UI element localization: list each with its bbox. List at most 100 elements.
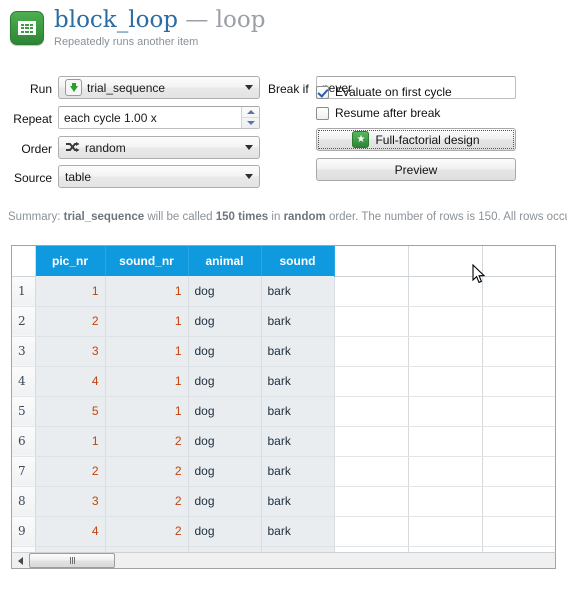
column-header-blank[interactable] — [408, 246, 483, 277]
row-number[interactable]: 2 — [12, 306, 36, 337]
checkbox-unchecked-icon[interactable] — [316, 106, 329, 120]
order-dropdown[interactable]: random — [58, 136, 260, 159]
column-header-blank[interactable] — [334, 246, 409, 277]
cell-blank[interactable] — [482, 396, 555, 427]
cell-blank[interactable] — [334, 276, 409, 307]
full-factorial-design-button[interactable]: ★ Full-factorial design — [316, 128, 516, 151]
cell-blank[interactable] — [408, 306, 483, 337]
table-row[interactable]: 5 5 1 dog bark — [12, 396, 555, 427]
cell-pic-nr[interactable]: 1 — [35, 426, 106, 457]
table-row[interactable]: 7 2 2 dog bark — [12, 456, 555, 487]
cell-blank[interactable] — [334, 306, 409, 337]
cell-blank[interactable] — [334, 456, 409, 487]
cell-sound-nr[interactable]: 2 — [105, 516, 189, 547]
row-number[interactable]: 7 — [12, 456, 36, 487]
cell-animal[interactable]: dog — [188, 336, 262, 367]
cell-sound-nr[interactable]: 1 — [105, 276, 189, 307]
resume-after-break-checkbox[interactable]: Resume after break — [316, 106, 440, 120]
cell-sound-nr[interactable]: 1 — [105, 366, 189, 397]
cell-blank[interactable] — [408, 336, 483, 367]
cell-blank[interactable] — [334, 426, 409, 457]
cell-pic-nr[interactable]: 2 — [35, 306, 106, 337]
spin-up-button[interactable] — [242, 107, 259, 118]
cell-sound[interactable]: bark — [261, 276, 335, 307]
cell-blank[interactable] — [334, 336, 409, 367]
repeat-stepper[interactable]: each cycle 1.00 x — [58, 106, 260, 129]
row-number[interactable]: 5 — [12, 396, 36, 427]
cell-animal[interactable]: dog — [188, 456, 262, 487]
spin-down-button[interactable] — [242, 118, 259, 128]
cell-sound[interactable]: bark — [261, 516, 335, 547]
cell-animal[interactable]: dog — [188, 306, 262, 337]
table-row[interactable]: 9 4 2 dog bark — [12, 516, 555, 547]
table-row[interactable]: 3 3 1 dog bark — [12, 336, 555, 367]
cell-sound[interactable]: bark — [261, 456, 335, 487]
cell-blank[interactable] — [408, 456, 483, 487]
scroll-left-arrow-icon[interactable] — [12, 553, 28, 568]
horizontal-scroll-thumb[interactable] — [29, 553, 115, 568]
table-horizontal-scrollbar[interactable] — [11, 552, 556, 569]
loop-table[interactable]: pic_nr sound_nr animal sound 1 1 1 dog b… — [11, 245, 556, 567]
column-header-sound-nr[interactable]: sound_nr — [105, 246, 189, 276]
cell-sound[interactable]: bark — [261, 486, 335, 517]
preview-button[interactable]: Preview — [316, 158, 516, 181]
cell-animal[interactable]: dog — [188, 366, 262, 397]
cell-blank[interactable] — [408, 426, 483, 457]
column-header-pic-nr[interactable]: pic_nr — [35, 246, 106, 276]
cell-blank[interactable] — [482, 336, 555, 367]
cell-sound-nr[interactable]: 2 — [105, 426, 189, 457]
column-header-animal[interactable]: animal — [188, 246, 262, 276]
table-row[interactable]: 6 1 2 dog bark — [12, 426, 555, 457]
cell-blank[interactable] — [482, 516, 555, 547]
cell-blank[interactable] — [482, 426, 555, 457]
cell-blank[interactable] — [408, 486, 483, 517]
cell-pic-nr[interactable]: 3 — [35, 336, 106, 367]
table-corner-cell[interactable] — [12, 246, 36, 277]
cell-sound-nr[interactable]: 2 — [105, 486, 189, 517]
cell-animal[interactable]: dog — [188, 276, 262, 307]
row-number[interactable]: 6 — [12, 426, 36, 457]
cell-sound[interactable]: bark — [261, 426, 335, 457]
cell-blank[interactable] — [334, 486, 409, 517]
cell-sound[interactable]: bark — [261, 396, 335, 427]
cell-pic-nr[interactable]: 4 — [35, 516, 106, 547]
cell-pic-nr[interactable]: 2 — [35, 456, 106, 487]
cell-sound[interactable]: bark — [261, 306, 335, 337]
cell-sound-nr[interactable]: 1 — [105, 396, 189, 427]
cell-sound[interactable]: bark — [261, 336, 335, 367]
cell-blank[interactable] — [482, 276, 555, 307]
cell-blank[interactable] — [482, 306, 555, 337]
evaluate-on-first-cycle-checkbox[interactable]: Evaluate on first cycle — [316, 85, 452, 99]
cell-blank[interactable] — [334, 516, 409, 547]
cell-animal[interactable]: dog — [188, 516, 262, 547]
cell-blank[interactable] — [482, 486, 555, 517]
repeat-value[interactable]: each cycle 1.00 x — [59, 107, 241, 128]
cell-sound-nr[interactable]: 1 — [105, 336, 189, 367]
cell-blank[interactable] — [408, 516, 483, 547]
cell-pic-nr[interactable]: 5 — [35, 396, 106, 427]
cell-blank[interactable] — [334, 396, 409, 427]
cell-blank[interactable] — [482, 366, 555, 397]
column-header-sound[interactable]: sound — [261, 246, 335, 276]
source-dropdown[interactable]: table — [58, 165, 260, 188]
checkbox-checked-icon[interactable] — [316, 85, 329, 99]
cell-blank[interactable] — [334, 366, 409, 397]
cell-animal[interactable]: dog — [188, 486, 262, 517]
cell-animal[interactable]: dog — [188, 426, 262, 457]
column-header-blank[interactable] — [482, 246, 555, 277]
cell-pic-nr[interactable]: 3 — [35, 486, 106, 517]
row-number[interactable]: 1 — [12, 276, 36, 307]
row-number[interactable]: 4 — [12, 366, 36, 397]
table-row[interactable]: 2 2 1 dog bark — [12, 306, 555, 337]
table-row[interactable]: 4 4 1 dog bark — [12, 366, 555, 397]
cell-sound-nr[interactable]: 2 — [105, 456, 189, 487]
cell-sound-nr[interactable]: 1 — [105, 306, 189, 337]
row-number[interactable]: 9 — [12, 516, 36, 547]
cell-sound[interactable]: bark — [261, 366, 335, 397]
cell-blank[interactable] — [408, 276, 483, 307]
table-row[interactable]: 8 3 2 dog bark — [12, 486, 555, 517]
cell-pic-nr[interactable]: 1 — [35, 276, 106, 307]
cell-blank[interactable] — [408, 396, 483, 427]
cell-pic-nr[interactable]: 4 — [35, 366, 106, 397]
cell-animal[interactable]: dog — [188, 396, 262, 427]
